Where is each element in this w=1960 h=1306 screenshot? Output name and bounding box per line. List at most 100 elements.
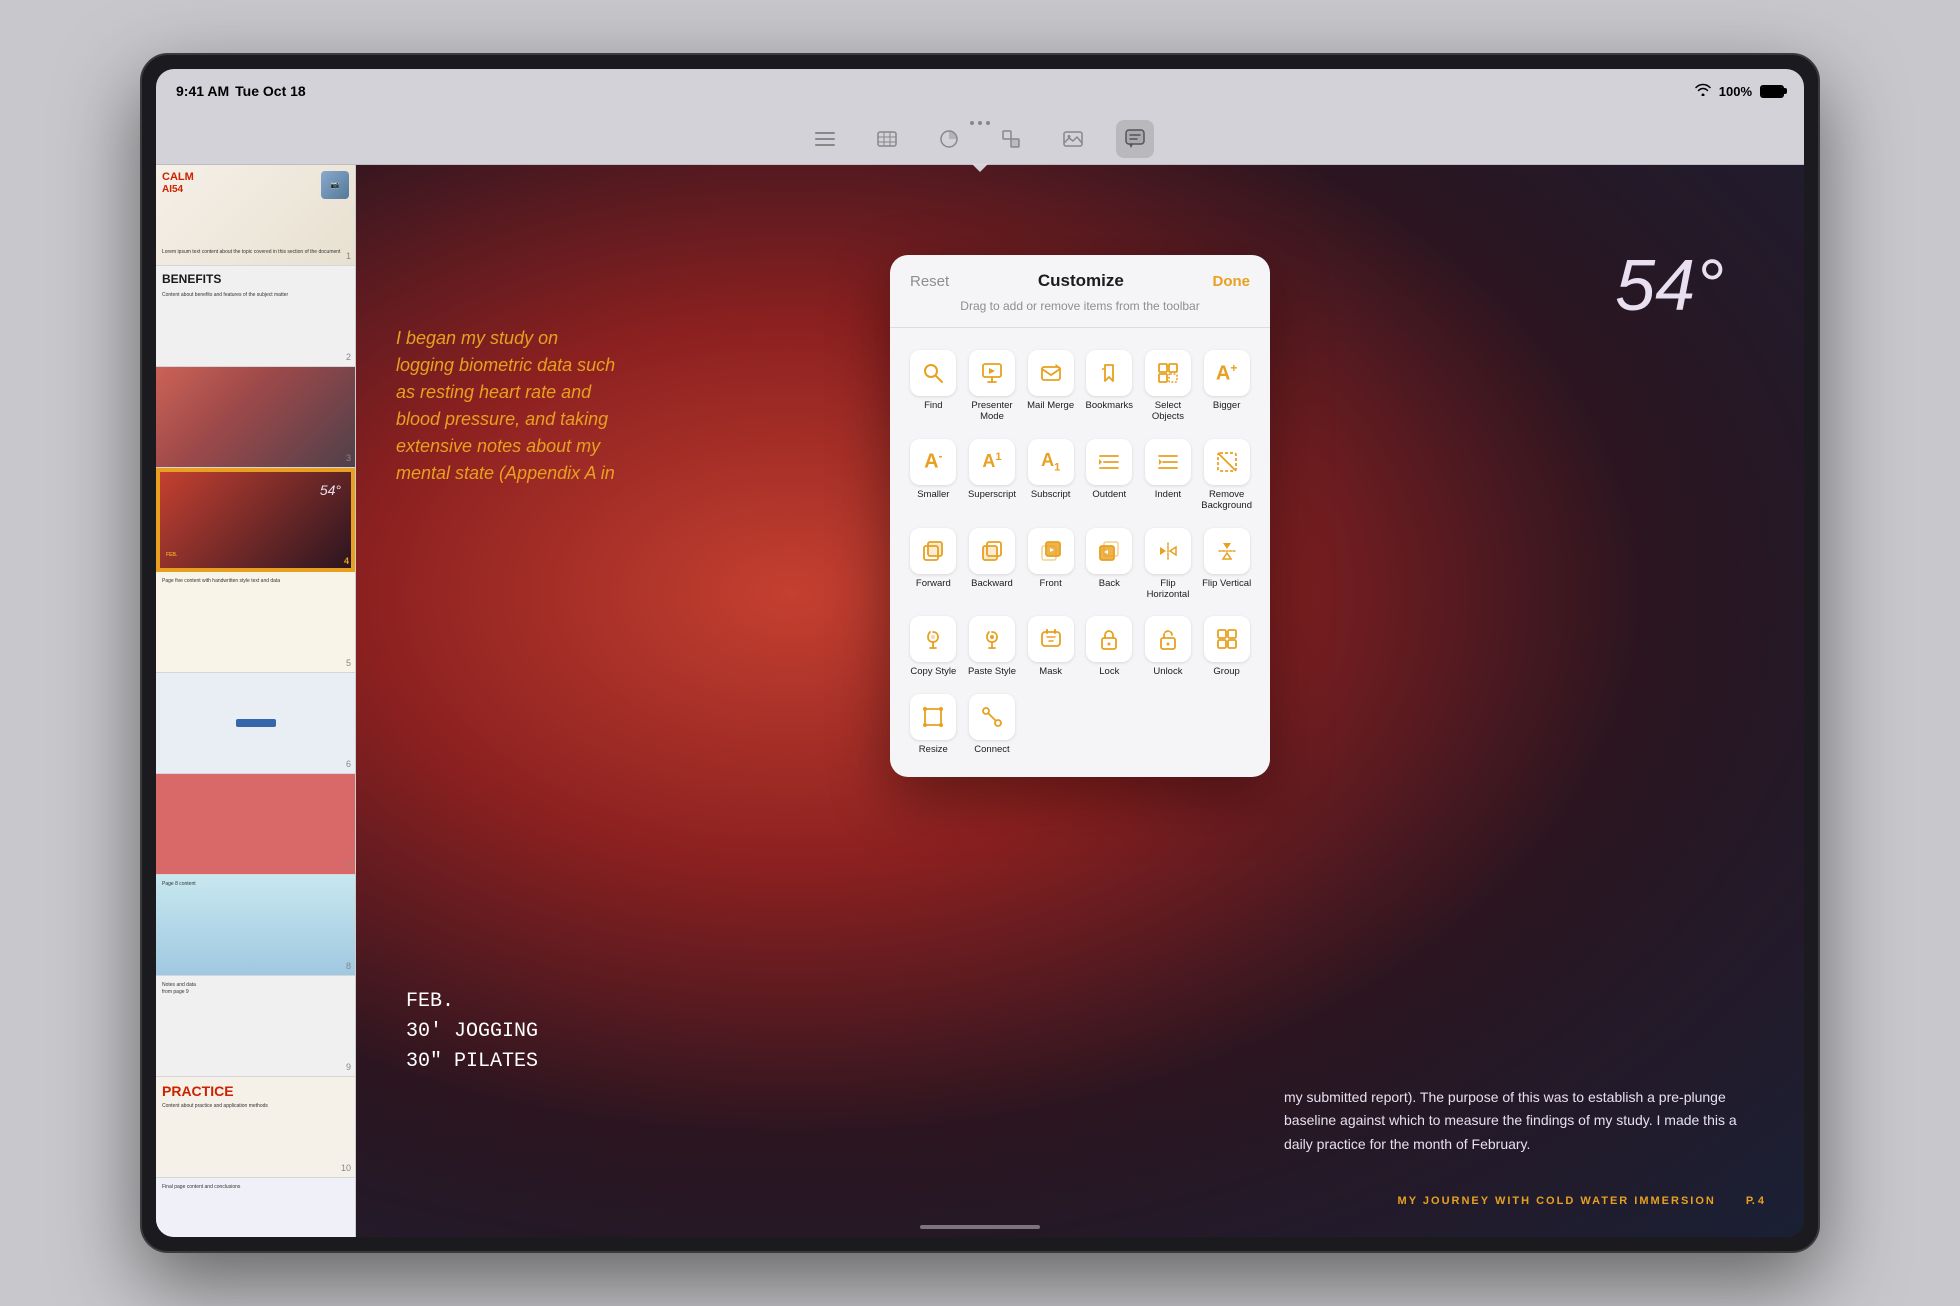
- toolbar-table-icon[interactable]: [868, 120, 906, 158]
- page-thumb-2: BENEFITS Content about benefits and feat…: [156, 266, 355, 366]
- page-thumb-10: PRACTICE Content about practice and appl…: [156, 1077, 355, 1177]
- toolbar-shape-icon[interactable]: [992, 120, 1030, 158]
- front-icon: [1028, 528, 1074, 574]
- page-thumb-9: Notes and datafrom page 9: [156, 976, 355, 1076]
- resize-label: Resize: [919, 744, 948, 755]
- remove-background-icon: [1204, 439, 1250, 485]
- modal-reset-button[interactable]: Reset: [910, 273, 949, 290]
- toolbar-dots: [970, 121, 990, 125]
- modal-done-button[interactable]: Done: [1213, 273, 1251, 290]
- subscript-icon: A1: [1028, 439, 1074, 485]
- page-num-4: 4: [344, 556, 349, 566]
- tool-remove-background[interactable]: Remove Background: [1197, 431, 1256, 520]
- page-thumb-8: Page 8 content: [156, 875, 355, 975]
- forward-label: Forward: [916, 578, 951, 589]
- paste-style-label: Paste Style: [968, 666, 1016, 677]
- sidebar-page-9[interactable]: Notes and datafrom page 9 9: [156, 976, 355, 1077]
- resize-icon: [910, 694, 956, 740]
- tool-group[interactable]: Group: [1197, 608, 1256, 685]
- sidebar-page-4[interactable]: 54° FEB. 4: [156, 468, 355, 572]
- toolbar-image-icon[interactable]: [1054, 120, 1092, 158]
- sidebar-page-3[interactable]: 3: [156, 367, 355, 468]
- forward-icon: [910, 528, 956, 574]
- tool-mail-merge[interactable]: Mail Merge: [1021, 342, 1080, 431]
- sidebar-page-6[interactable]: 6: [156, 673, 355, 774]
- page-num-2: 2: [346, 352, 351, 362]
- modal-overlay: Reset Customize Done Drag to add or remo…: [356, 165, 1804, 1237]
- tool-connect[interactable]: Connect: [963, 686, 1022, 763]
- superscript-icon: A1: [969, 439, 1015, 485]
- page-num-5: 5: [346, 658, 351, 668]
- page-thumb-11: Final page content and conclusions: [156, 1178, 355, 1237]
- remove-background-label: Remove Background: [1201, 489, 1252, 512]
- tool-subscript[interactable]: A1 Subscript: [1021, 431, 1080, 520]
- page-thumb-6: [156, 673, 355, 773]
- tool-mask[interactable]: Mask: [1021, 608, 1080, 685]
- page-thumb-1: CALMAI54 📷 Lorem ipsum text content abou…: [156, 165, 355, 265]
- page-thumb-3: [156, 367, 355, 467]
- mail-merge-label: Mail Merge: [1027, 400, 1074, 411]
- main-content: CALMAI54 📷 Lorem ipsum text content abou…: [156, 165, 1804, 1237]
- presenter-label: Presenter Mode: [967, 400, 1018, 423]
- presenter-icon: [969, 350, 1015, 396]
- indent-label: Indent: [1155, 489, 1181, 500]
- battery-icon: [1760, 85, 1784, 98]
- status-bar: 9:41 AM Tue Oct 18 100%: [156, 69, 1804, 113]
- select-objects-icon: [1145, 350, 1191, 396]
- tool-paste-style[interactable]: Paste Style: [963, 608, 1022, 685]
- sidebar-page-11[interactable]: Final page content and conclusions 11: [156, 1178, 355, 1237]
- flip-horizontal-label: Flip Horizontal: [1143, 578, 1194, 601]
- sidebar-page-8[interactable]: Page 8 content 8: [156, 875, 355, 976]
- tool-back[interactable]: Back: [1080, 520, 1139, 609]
- tool-bookmarks[interactable]: Bookmarks: [1080, 342, 1139, 431]
- front-label: Front: [1040, 578, 1062, 589]
- backward-label: Backward: [971, 578, 1013, 589]
- smaller-label: Smaller: [917, 489, 949, 500]
- sidebar: CALMAI54 📷 Lorem ipsum text content abou…: [156, 165, 356, 1237]
- subscript-label: Subscript: [1031, 489, 1071, 500]
- tool-lock[interactable]: Lock: [1080, 608, 1139, 685]
- tool-grid: Find: [890, 342, 1270, 777]
- tool-backward[interactable]: Backward: [963, 520, 1022, 609]
- tool-superscript[interactable]: A1 Superscript: [963, 431, 1022, 520]
- group-icon: [1204, 616, 1250, 662]
- tool-find[interactable]: Find: [904, 342, 963, 431]
- sidebar-page-10[interactable]: PRACTICE Content about practice and appl…: [156, 1077, 355, 1178]
- lock-icon: [1086, 616, 1132, 662]
- tool-bigger[interactable]: A+ Bigger: [1197, 342, 1256, 431]
- tool-presenter-mode[interactable]: Presenter Mode: [963, 342, 1022, 431]
- wifi-icon: [1695, 83, 1711, 99]
- tool-forward[interactable]: Forward: [904, 520, 963, 609]
- tool-unlock[interactable]: Unlock: [1139, 608, 1198, 685]
- tool-resize[interactable]: Resize: [904, 686, 963, 763]
- sidebar-page-1[interactable]: CALMAI54 📷 Lorem ipsum text content abou…: [156, 165, 355, 266]
- bookmarks-icon: [1086, 350, 1132, 396]
- mask-icon: [1028, 616, 1074, 662]
- sidebar-page-7[interactable]: 7: [156, 774, 355, 875]
- home-indicator[interactable]: [920, 1225, 1040, 1229]
- tool-flip-horizontal[interactable]: Flip Horizontal: [1139, 520, 1198, 609]
- tool-outdent[interactable]: Outdent: [1080, 431, 1139, 520]
- status-bar-left: 9:41 AM Tue Oct 18: [176, 83, 306, 99]
- page-num-3: 3: [346, 453, 351, 463]
- copy-style-label: Copy Style: [910, 666, 956, 677]
- tool-flip-vertical[interactable]: Flip Vertical: [1197, 520, 1256, 609]
- sidebar-page-2[interactable]: BENEFITS Content about benefits and feat…: [156, 266, 355, 367]
- toolbar-list-icon[interactable]: [806, 120, 844, 158]
- toolbar-comment-icon[interactable]: [1116, 120, 1154, 158]
- page-thumb-5: Page five content with handwritten style…: [156, 572, 355, 672]
- page-num-10: 10: [341, 1163, 351, 1173]
- tool-front[interactable]: Front: [1021, 520, 1080, 609]
- tool-select-objects[interactable]: Select Objects: [1139, 342, 1198, 431]
- back-icon: [1086, 528, 1132, 574]
- tool-smaller[interactable]: A- Smaller: [904, 431, 963, 520]
- customize-modal: Reset Customize Done Drag to add or remo…: [890, 255, 1270, 777]
- sidebar-page-5[interactable]: Page five content with handwritten style…: [156, 572, 355, 673]
- toolbar-chart-icon[interactable]: [930, 120, 968, 158]
- tool-copy-style[interactable]: Copy Style: [904, 608, 963, 685]
- page-num-6: 6: [346, 759, 351, 769]
- battery-percent: 100%: [1719, 84, 1752, 99]
- tool-indent[interactable]: Indent: [1139, 431, 1198, 520]
- group-label: Group: [1213, 666, 1239, 677]
- paste-style-icon: [969, 616, 1015, 662]
